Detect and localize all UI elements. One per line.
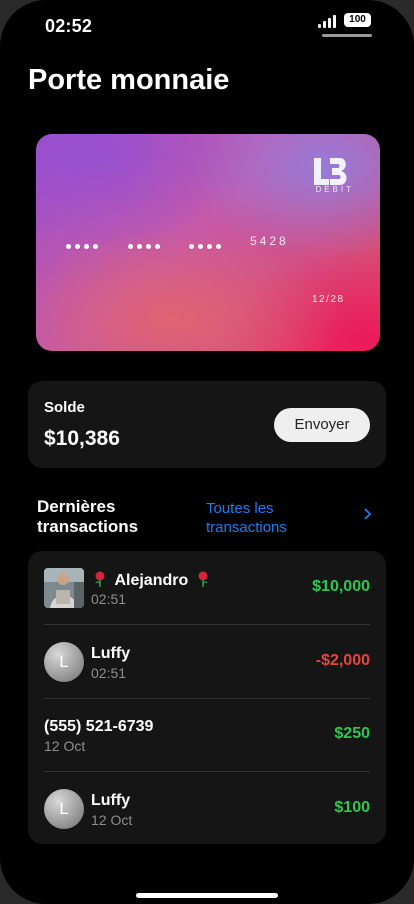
transaction-amount: $100 [334,799,370,816]
card-number-group-3 [189,236,225,249]
transactions-heading-line2: transactions [37,517,139,536]
transaction-row[interactable]: Alejandro 02:51 $10,000 [44,551,370,625]
chevron-right-icon[interactable] [363,508,373,520]
card-number-group-2 [128,236,164,249]
page-title: Porte monnaie [28,64,230,96]
card-last4: 5428 [250,234,289,248]
card-expiry: 12/28 [312,294,345,305]
transaction-date: 12 Oct [44,738,86,754]
see-all-line2: transactions [206,519,287,536]
avatar: L [44,642,84,682]
transaction-amount: $10,000 [312,578,370,595]
signal-icon [318,14,340,28]
debit-card[interactable]: DEBIT 5428 12/28 [36,134,380,351]
balance-label: Solde [44,399,85,416]
transaction-name: (555) 521-6739 [44,718,154,735]
status-divider [322,34,372,37]
home-indicator[interactable] [136,893,278,898]
transactions-heading-line1: Dernières [37,497,116,516]
transaction-name: Alejandro [94,571,209,590]
status-bar: 02:52 100 [0,0,414,50]
transaction-time: 02:51 [91,665,127,681]
avatar: L [44,789,84,829]
battery-icon: 100 [344,13,371,27]
card-brand-sub: DEBIT [315,185,354,194]
see-all-transactions-link[interactable]: Toutes les transactions [206,499,336,537]
card-number-group-1 [66,236,102,249]
transaction-row[interactable]: L Luffy 12 Oct $100 [44,772,370,845]
status-time: 02:52 [45,16,93,36]
transaction-date: 12 Oct [91,812,133,828]
see-all-line1: Toutes les [206,500,274,517]
phone-screen: 02:52 100 Porte monnaie DEBIT 5428 12/28… [0,0,414,904]
rose-emoji-icon [95,571,105,587]
rose-emoji-icon [198,571,208,587]
transaction-name-text: Alejandro [114,572,189,589]
transaction-name: Luffy [91,792,131,809]
transaction-row[interactable]: L Luffy 02:51 -$2,000 [44,625,370,699]
transactions-list: Alejandro 02:51 $10,000 L Luffy 02:51 -$… [28,551,386,844]
balance-panel: Solde $10,386 Envoyer [28,381,386,468]
transaction-amount: -$2,000 [315,652,370,669]
transactions-heading: Dernières transactions [37,497,187,537]
transaction-row[interactable]: (555) 521-6739 12 Oct $250 [44,698,370,772]
transaction-time: 02:51 [91,591,127,607]
send-button[interactable]: Envoyer [274,408,370,442]
balance-value: $10,386 [44,427,120,450]
transaction-name: Luffy [91,645,131,662]
avatar-photo [44,568,84,608]
transaction-amount: $250 [334,725,370,742]
